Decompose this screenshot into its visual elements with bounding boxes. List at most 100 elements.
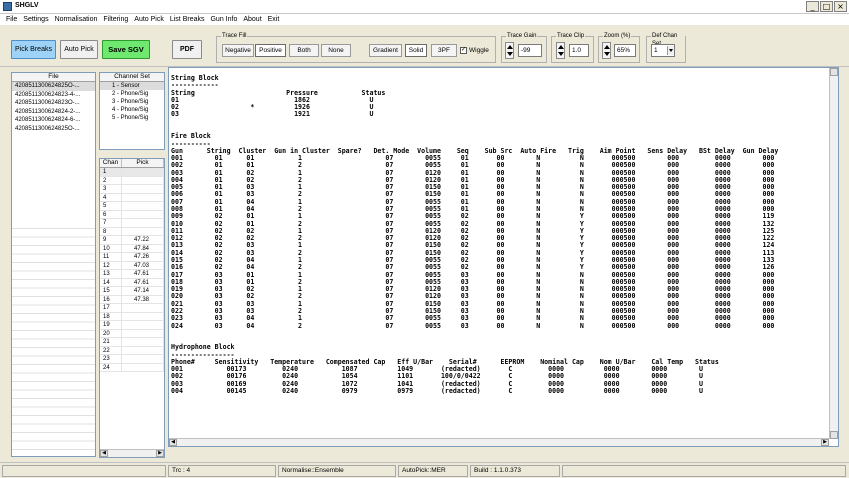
gradient-button[interactable]: Gradient: [369, 44, 402, 57]
menu-about[interactable]: About: [240, 14, 264, 25]
status-autopick: AutoPick::MER: [398, 465, 468, 477]
channel-set-item[interactable]: 5 - Phone/Sig: [100, 114, 164, 122]
def-chan-set-select[interactable]: 1: [651, 44, 675, 57]
menu-file[interactable]: File: [3, 14, 20, 25]
chan-pick-hscrollbar[interactable]: ◀ ▶: [100, 449, 164, 457]
chan-cell: 21: [100, 338, 122, 346]
chan-pick-row[interactable]: 18: [100, 312, 164, 321]
chan-pick-row[interactable]: 7: [100, 219, 164, 228]
chan-cell: 22: [100, 346, 122, 354]
fill-positive-button[interactable]: Positive: [255, 44, 286, 57]
scroll-up-icon[interactable]: [830, 68, 838, 76]
pick-cell: [122, 185, 164, 193]
chan-pick-row[interactable]: 1: [100, 168, 164, 177]
close-button[interactable]: ×: [834, 1, 847, 12]
file-item[interactable]: 4208511300624823O-...: [12, 99, 95, 108]
menu-list-breaks[interactable]: List Breaks: [167, 14, 208, 25]
file-item[interactable]: 4208511300624823-4-...: [12, 91, 95, 100]
pick-cell: 47.22: [122, 236, 164, 244]
chan-pick-row[interactable]: 19: [100, 321, 164, 330]
pick-cell: 47.38: [122, 295, 164, 303]
chan-pick-row[interactable]: 10 47.84: [100, 244, 164, 253]
pick-breaks-button[interactable]: Pick Breaks: [11, 40, 56, 59]
chan-pick-row[interactable]: 13 47.61: [100, 270, 164, 279]
chan-pick-row[interactable]: 14 47.61: [100, 278, 164, 287]
chan-cell: 7: [100, 219, 122, 227]
3pf-button[interactable]: 3PF: [431, 44, 457, 57]
scroll-left-icon[interactable]: ◀: [100, 450, 108, 457]
app-icon: [3, 2, 12, 11]
fill-both-button[interactable]: Both: [289, 44, 319, 57]
chan-pick-row[interactable]: 22: [100, 346, 164, 355]
minimize-button[interactable]: _: [806, 1, 819, 12]
menu-bar: File Settings Normalisation Filtering Au…: [0, 14, 849, 25]
channel-set-item[interactable]: 2 - Phone/Sig: [100, 90, 164, 98]
scroll-right-icon[interactable]: ▶: [821, 439, 829, 446]
report-hscrollbar[interactable]: ◀ ▶: [169, 438, 829, 446]
chan-pick-row[interactable]: 11 47.26: [100, 253, 164, 262]
trace-gain-label: Trace Gain: [506, 32, 538, 40]
chan-pick-row[interactable]: 8: [100, 227, 164, 236]
solid-button[interactable]: Solid: [405, 44, 427, 57]
channel-set-item[interactable]: 3 - Phone/Sig: [100, 98, 164, 106]
chan-pick-row[interactable]: 21: [100, 338, 164, 347]
chan-cell: 24: [100, 363, 122, 371]
report-view[interactable]: String Block ------------ String Pressure …: [168, 67, 839, 447]
file-item[interactable]: 4208511300624824-2-...: [12, 108, 95, 117]
chevron-down-icon[interactable]: [667, 46, 674, 55]
maximize-button[interactable]: □: [820, 1, 833, 12]
channel-set-item[interactable]: 4 - Phone/Sig: [100, 106, 164, 114]
menu-filtering[interactable]: Filtering: [100, 14, 131, 25]
pick-cell: [122, 176, 164, 184]
chan-pick-row[interactable]: 9 47.22: [100, 236, 164, 245]
file-item[interactable]: 4208511300624824-6-...: [12, 116, 95, 125]
chan-pick-row[interactable]: 6: [100, 210, 164, 219]
zoom-field[interactable]: 65%: [614, 44, 636, 57]
pick-cell: [122, 338, 164, 346]
file-item[interactable]: 4208511300624825O-...: [12, 82, 95, 91]
file-list-grid: [12, 228, 95, 456]
pick-cell: 47.03: [122, 261, 164, 269]
trace-clip-spinner[interactable]: [556, 42, 565, 59]
fill-negative-button[interactable]: Negative: [222, 44, 254, 57]
menu-settings[interactable]: Settings: [20, 14, 51, 25]
chan-cell: 3: [100, 185, 122, 193]
chan-cell: 11: [100, 253, 122, 261]
chan-cell: 20: [100, 329, 122, 337]
pdf-button[interactable]: PDF: [172, 40, 202, 59]
chan-pick-row[interactable]: 3: [100, 185, 164, 194]
chan-pick-row[interactable]: 17: [100, 304, 164, 313]
chan-pick-row[interactable]: 24: [100, 363, 164, 372]
chan-pick-row[interactable]: 16 47.38: [100, 295, 164, 304]
title-bar: SHGLV _ □ ×: [0, 0, 849, 14]
chan-pick-row[interactable]: 15 47.14: [100, 287, 164, 296]
report-line: 024 03 04 2 07 0055 03 00 N N 000500 000…: [171, 321, 775, 330]
wiggle-checkbox[interactable]: ✓: [460, 47, 467, 54]
auto-pick-button[interactable]: Auto Pick: [60, 40, 98, 59]
report-vscrollbar[interactable]: [829, 68, 838, 439]
pick-cell: [122, 355, 164, 363]
trace-gain-field[interactable]: -99: [518, 44, 542, 57]
zoom-spinner[interactable]: [602, 42, 611, 59]
menu-normalisation[interactable]: Normalisation: [52, 14, 101, 25]
chan-pick-row[interactable]: 12 47.03: [100, 261, 164, 270]
scroll-down-icon[interactable]: [830, 431, 838, 439]
scroll-left-icon[interactable]: ◀: [169, 439, 177, 446]
scroll-right-icon[interactable]: ▶: [156, 450, 164, 457]
chan-pick-row[interactable]: 2: [100, 176, 164, 185]
menu-gun-info[interactable]: Gun Info: [207, 14, 240, 25]
trace-gain-spinner[interactable]: [505, 42, 514, 59]
chan-pick-row[interactable]: 20: [100, 329, 164, 338]
menu-exit[interactable]: Exit: [265, 14, 283, 25]
save-sgv-button[interactable]: Save SGV: [102, 40, 150, 59]
fill-none-button[interactable]: None: [321, 44, 351, 57]
chan-pick-row[interactable]: 5: [100, 202, 164, 211]
file-item[interactable]: 4208511300624825O-...: [12, 125, 95, 134]
status-bar: Trc : 4 Normalise::Ensemble AutoPick::ME…: [0, 462, 849, 478]
chan-pick-row[interactable]: 4: [100, 193, 164, 202]
trace-clip-field[interactable]: 1.0: [569, 44, 589, 57]
menu-auto-pick[interactable]: Auto Pick: [131, 14, 167, 25]
pick-cell: [122, 363, 164, 371]
chan-pick-row[interactable]: 23: [100, 355, 164, 364]
channel-set-item[interactable]: 1 - Sensor: [100, 82, 164, 90]
